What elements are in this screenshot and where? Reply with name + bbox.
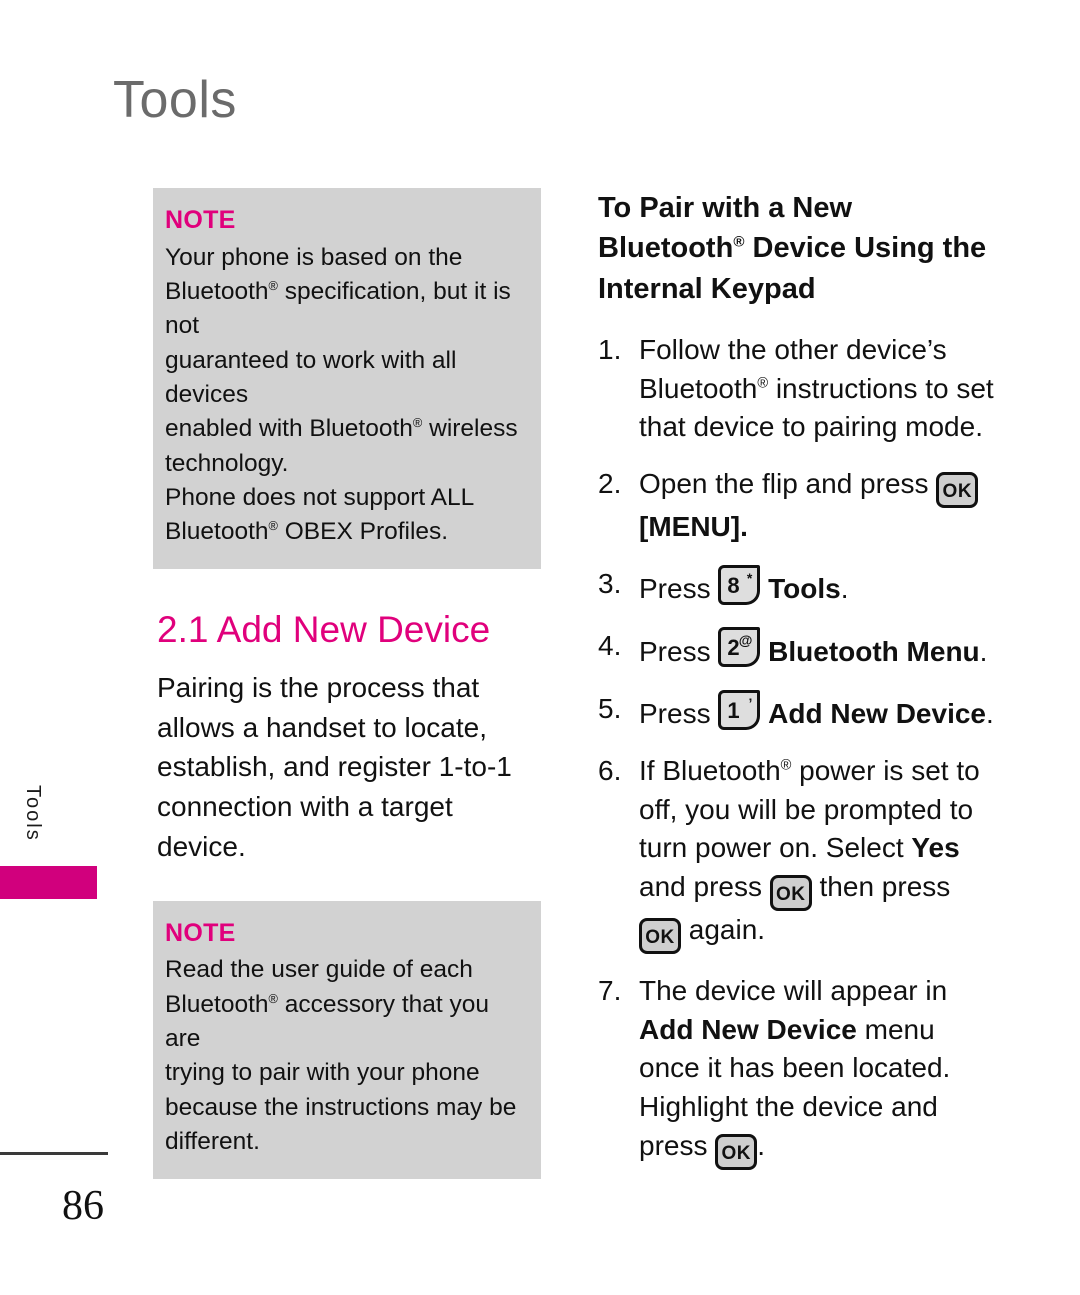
registered-icon: ®: [268, 517, 278, 533]
note-line: because the instructions may be: [165, 1093, 517, 1121]
step-text-seg: .: [757, 1129, 766, 1161]
step-number: 7.: [598, 975, 622, 1007]
step-text-pre: Open the flip and press: [639, 467, 929, 499]
section-heading: 2.1 Add New Device: [157, 609, 491, 651]
right-column: To Pair with a New Bluetooth® Device Usi…: [598, 188, 998, 1188]
procedure-step: 6. If Bluetooth® power is set to off, yo…: [598, 752, 998, 955]
ok-key-icon: OK: [715, 1133, 758, 1170]
keypad-key-8-icon: 8 *: [718, 564, 761, 605]
side-tab-color-block: [0, 866, 97, 899]
note-line: technology.: [165, 449, 289, 477]
step-bold-term: Bluetooth Menu: [768, 635, 980, 667]
note-line: Read the user guide of each: [165, 956, 473, 984]
step-text: Press 2 @ Bluetooth Menu.: [639, 627, 988, 668]
procedure-step: 2. Open the flip and press OK [MENU].: [598, 465, 998, 547]
step-text: Press 8 * Tools.: [639, 564, 849, 605]
step-text-post: [MENU].: [639, 510, 748, 542]
key-digit: 1: [727, 697, 740, 723]
step-number: 5.: [598, 692, 622, 724]
procedure-step: 7. The device will appear in Add New Dev…: [598, 972, 998, 1170]
step-number: 6.: [598, 754, 622, 786]
registered-icon: ®: [268, 277, 278, 293]
note-box-top: NOTE Your phone is based on the Bluetoot…: [153, 188, 541, 570]
procedure-step-list: 1. Follow the other device’s Bluetooth® …: [598, 331, 998, 1170]
step-text-seg: and press: [639, 870, 770, 902]
step-text-post: .: [840, 573, 849, 605]
key-alt-symbol: ’: [748, 694, 753, 711]
registered-icon: ®: [412, 415, 423, 431]
step-text-pre: Press: [639, 573, 711, 605]
key-alt-symbol: *: [746, 569, 753, 586]
note-label: NOTE: [165, 206, 236, 234]
note-line: Your phone is based on the: [165, 243, 463, 271]
key-digit: 8: [727, 572, 740, 598]
step-number: 1.: [598, 333, 622, 365]
registered-icon: ®: [780, 757, 792, 774]
note-line: enabled with Bluetooth® wireless: [165, 415, 518, 443]
note-line: different.: [165, 1127, 260, 1155]
note-line: Bluetooth® specification, but it is not: [165, 277, 511, 340]
keypad-key-2-icon: 2 @: [718, 627, 761, 668]
step-text: Press 1’ Add New Device.: [639, 689, 994, 730]
note-line: Bluetooth® OBEX Profiles.: [165, 517, 449, 546]
step-text-seg: again.: [681, 914, 766, 946]
page-title: Tools: [113, 71, 237, 129]
step-bold-term: Tools: [768, 573, 841, 605]
step-text-pre: Press: [639, 698, 711, 730]
ok-key-icon: OK: [769, 875, 812, 912]
section-paragraph: Pairing is the process that allows a han…: [157, 671, 512, 862]
note-line: Bluetooth® accessory that you are: [165, 990, 489, 1053]
step-bold-term: Yes: [911, 832, 960, 864]
ok-key-icon: OK: [639, 918, 681, 955]
step-number: 3.: [598, 567, 622, 599]
note-body-bottom: Read the user guide of each Bluetooth® a…: [165, 953, 527, 1159]
note-body-top: Your phone is based on the Bluetooth® sp…: [165, 241, 527, 550]
note-line: guaranteed to work with all devices: [165, 346, 457, 408]
step-number: 4.: [598, 630, 622, 662]
step-text: Follow the other device’s Bluetooth® ins…: [639, 333, 994, 443]
note-line: Phone does not support ALL: [165, 483, 475, 511]
step-bold-term: Add New Device: [768, 698, 986, 730]
registered-icon: ®: [757, 375, 769, 392]
step-text-seg: then press: [811, 870, 951, 902]
step-text-post: .: [986, 698, 994, 730]
footer-rule: [0, 1152, 108, 1155]
step-text-seg: The device will appear in: [639, 975, 948, 1007]
registered-icon: ®: [268, 990, 278, 1006]
step-bold-term: Add New Device: [639, 1013, 857, 1045]
procedure-step: 5. Press 1’ Add New Device.: [598, 689, 998, 734]
step-text: The device will appear in Add New Device…: [639, 975, 950, 1170]
step-number: 2.: [598, 467, 622, 499]
key-alt-symbol: @: [738, 632, 753, 649]
note-box-bottom: NOTE Read the user guide of each Bluetoo…: [153, 900, 541, 1180]
left-column: NOTE Your phone is based on the Bluetoot…: [153, 188, 541, 1180]
step-text: If Bluetooth® power is set to off, you w…: [639, 755, 980, 955]
step-text: Open the flip and press OK [MENU].: [639, 467, 979, 542]
note-line: trying to pair with your phone: [165, 1059, 480, 1087]
procedure-heading: To Pair with a New Bluetooth® Device Usi…: [598, 192, 987, 305]
keypad-key-1-icon: 1’: [718, 689, 761, 730]
ok-key-icon: OK: [936, 471, 979, 508]
procedure-step: 1. Follow the other device’s Bluetooth® …: [598, 331, 998, 447]
procedure-step: 4. Press 2 @ Bluetooth Menu.: [598, 627, 998, 671]
registered-icon: ®: [733, 233, 745, 251]
step-text-post: .: [979, 635, 988, 667]
step-text-pre: Press: [639, 635, 711, 667]
procedure-step: 3. Press 8 * Tools.: [598, 564, 998, 609]
note-label: NOTE: [165, 918, 236, 947]
page-number: 86: [62, 1183, 104, 1229]
